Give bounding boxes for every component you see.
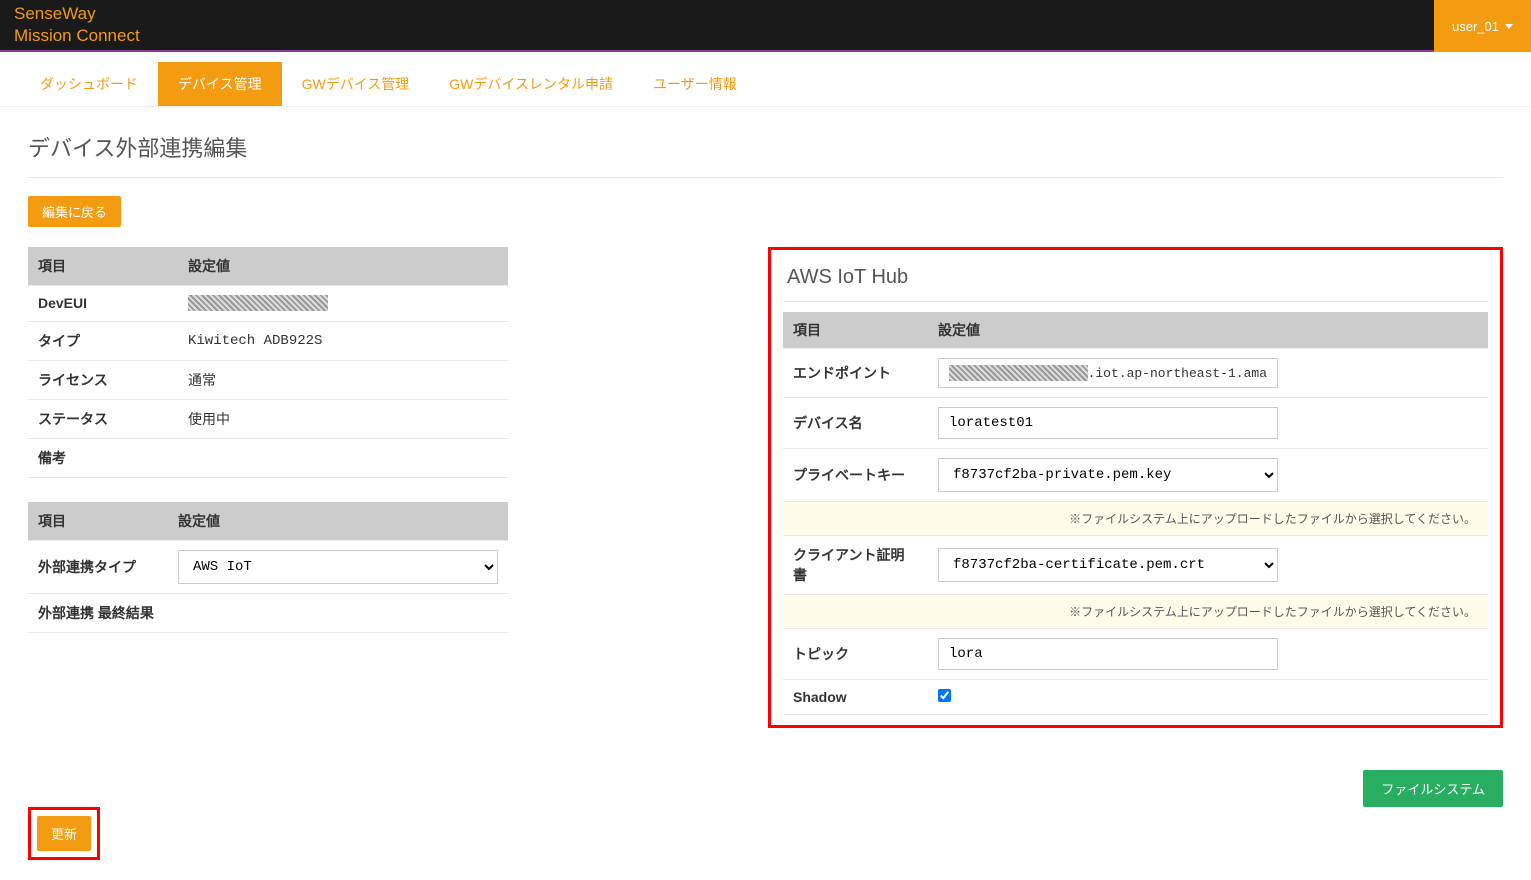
nav-tabs: ダッシュボード デバイス管理 GWデバイス管理 GWデバイスレンタル申請 ユーザ… [0,52,1531,107]
col-header-value: 設定値 [168,502,508,541]
endpoint-label: エンドポイント [783,349,928,398]
aws-iot-hub-panel: AWS IoT Hub 項目 設定値 エンドポイント [768,247,1503,728]
brand-logo: SenseWay Mission Connect [14,3,140,47]
tab-device-management[interactable]: デバイス管理 [158,62,282,106]
notes-value [178,438,508,477]
header-bar: SenseWay Mission Connect user_01 [0,0,1531,52]
update-highlight-box: 更新 [28,807,100,860]
link-result-value [168,593,508,632]
user-menu-label: user_01 [1452,19,1499,34]
shadow-label: Shadow [783,680,928,715]
back-to-edit-button[interactable]: 編集に戻る [28,196,121,227]
device-name-label: デバイス名 [783,398,928,449]
deveui-value [178,286,508,322]
status-value: 使用中 [178,399,508,438]
link-type-select[interactable]: AWS IoT [178,550,498,584]
update-button[interactable]: 更新 [37,816,91,851]
filesystem-button[interactable]: ファイルシステム [1363,770,1503,807]
col-header-value: 設定値 [928,312,1488,349]
tab-user-info[interactable]: ユーザー情報 [633,62,757,106]
deveui-label: DevEUI [28,286,178,322]
link-type-cell: AWS IoT [168,540,508,593]
tab-gw-device-rental[interactable]: GWデバイスレンタル申請 [429,62,633,106]
client-cert-label: クライアント証明書 [783,536,928,595]
type-value: Kiwitech ADB922S [178,321,508,360]
type-label: タイプ [28,321,178,360]
external-link-table: 項目 設定値 外部連携タイプ AWS IoT 外部連携 最終 [28,502,508,633]
notes-label: 備考 [28,438,178,477]
user-menu[interactable]: user_01 [1434,0,1531,52]
endpoint-input[interactable]: .iot.ap-northeast-1.ama [938,358,1278,388]
page-title: デバイス外部連携編集 [0,107,1531,177]
client-cert-note: ※ファイルシステム上にアップロードしたファイルから選択してください。 [783,595,1488,629]
aws-settings-table: 項目 設定値 エンドポイント .iot.ap-northeast-1.ama [783,312,1488,715]
status-label: ステータス [28,399,178,438]
endpoint-cell: .iot.ap-northeast-1.ama [928,349,1488,398]
panel-title: AWS IoT Hub [783,260,1488,301]
device-name-input[interactable] [938,407,1278,439]
col-header-value: 設定値 [178,247,508,286]
license-value: 通常 [178,360,508,399]
redacted-endpoint-prefix [949,365,1088,381]
shadow-checkbox[interactable] [938,689,951,702]
col-header-item: 項目 [28,502,168,541]
endpoint-suffix: .iot.ap-northeast-1.ama [1088,366,1267,381]
link-type-label: 外部連携タイプ [28,540,168,593]
private-key-note: ※ファイルシステム上にアップロードしたファイルから選択してください。 [783,502,1488,536]
topic-label: トピック [783,629,928,680]
tab-gw-device-management[interactable]: GWデバイス管理 [282,62,430,106]
private-key-select[interactable]: f8737cf2ba-private.pem.key [938,458,1278,492]
tab-dashboard[interactable]: ダッシュボード [20,62,158,106]
private-key-label: プライベートキー [783,449,928,502]
brand-line1: SenseWay [14,3,140,25]
license-label: ライセンス [28,360,178,399]
topic-input[interactable] [938,638,1278,670]
brand-line2: Mission Connect [14,25,140,47]
col-header-item: 項目 [28,247,178,286]
redacted-deveui [188,295,328,311]
link-result-label: 外部連携 最終結果 [28,593,168,632]
client-cert-select[interactable]: f8737cf2ba-certificate.pem.crt [938,548,1278,582]
device-info-table: 項目 設定値 DevEUI タイプ Kiwitech ADB922S ライセンス [28,247,508,478]
col-header-item: 項目 [783,312,928,349]
